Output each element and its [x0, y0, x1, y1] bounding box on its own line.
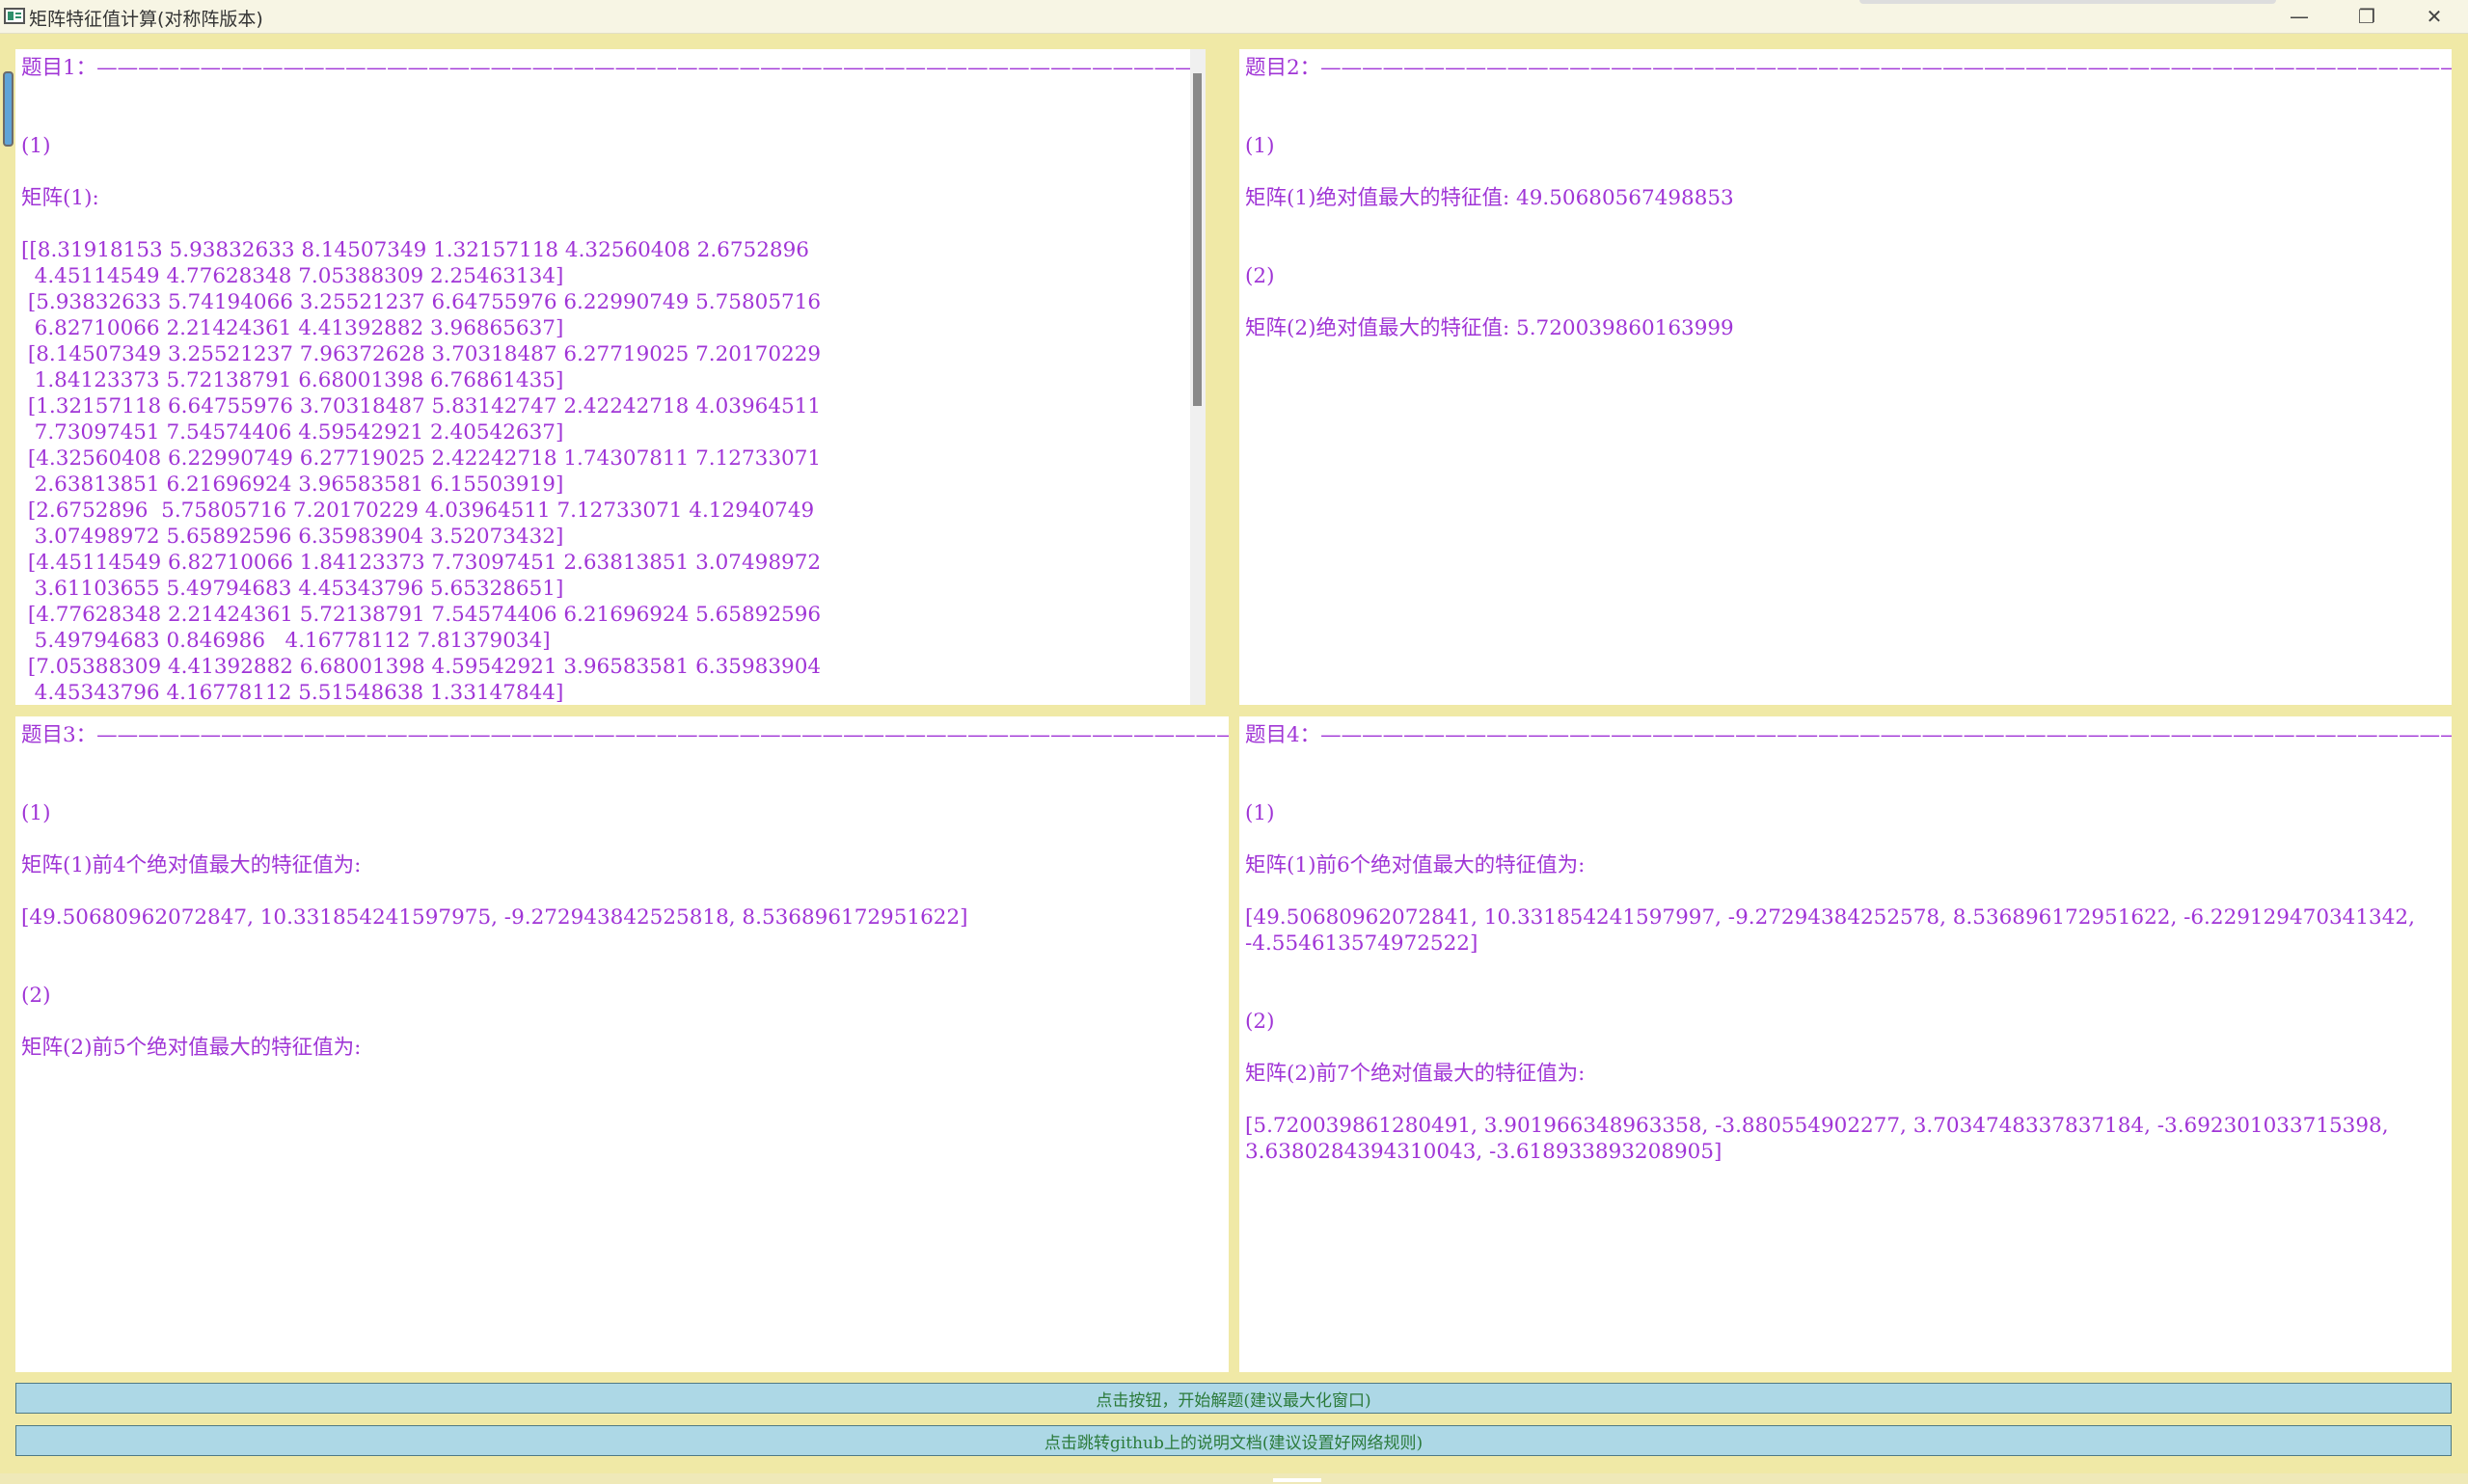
panel-4-text: 题目4：————————————————————————————————————…	[1245, 723, 2452, 1164]
drag-handle[interactable]	[3, 71, 14, 147]
panel-2-text: 题目2：————————————————————————————————————…	[1245, 56, 2452, 340]
panel-1-text: 题目1：————————————————————————————————————…	[21, 56, 1206, 705]
start-solve-button[interactable]: 点击按钮，开始解题(建议最大化窗口)	[15, 1383, 2452, 1414]
output-panel-2[interactable]: 题目2：————————————————————————————————————…	[1239, 49, 2452, 705]
minimize-button[interactable]: —	[2265, 0, 2333, 33]
bottom-border	[0, 1473, 2468, 1484]
output-panel-4[interactable]: 题目4：————————————————————————————————————…	[1239, 716, 2452, 1372]
app-icon	[4, 8, 25, 24]
close-button[interactable]: ✕	[2400, 0, 2468, 33]
maximize-button[interactable]: ❐	[2333, 0, 2400, 33]
bottom-grip	[1273, 1478, 1321, 1482]
scrollbar-thumb[interactable]	[1193, 73, 1202, 406]
title-bar: 矩阵特征值计算(对称阵版本) — ❐ ✕	[0, 0, 2468, 34]
panel-1-scrollbar[interactable]	[1190, 49, 1206, 705]
output-panel-3[interactable]: 题目3：————————————————————————————————————…	[15, 716, 1229, 1372]
window-title: 矩阵特征值计算(对称阵版本)	[29, 9, 263, 30]
open-docs-button[interactable]: 点击跳转github上的说明文档(建议设置好网络规则)	[15, 1425, 2452, 1456]
title-overlay	[1859, 0, 2276, 4]
panel-3-text: 题目3：————————————————————————————————————…	[21, 723, 1229, 1060]
output-panel-1[interactable]: 题目1：————————————————————————————————————…	[15, 49, 1206, 705]
